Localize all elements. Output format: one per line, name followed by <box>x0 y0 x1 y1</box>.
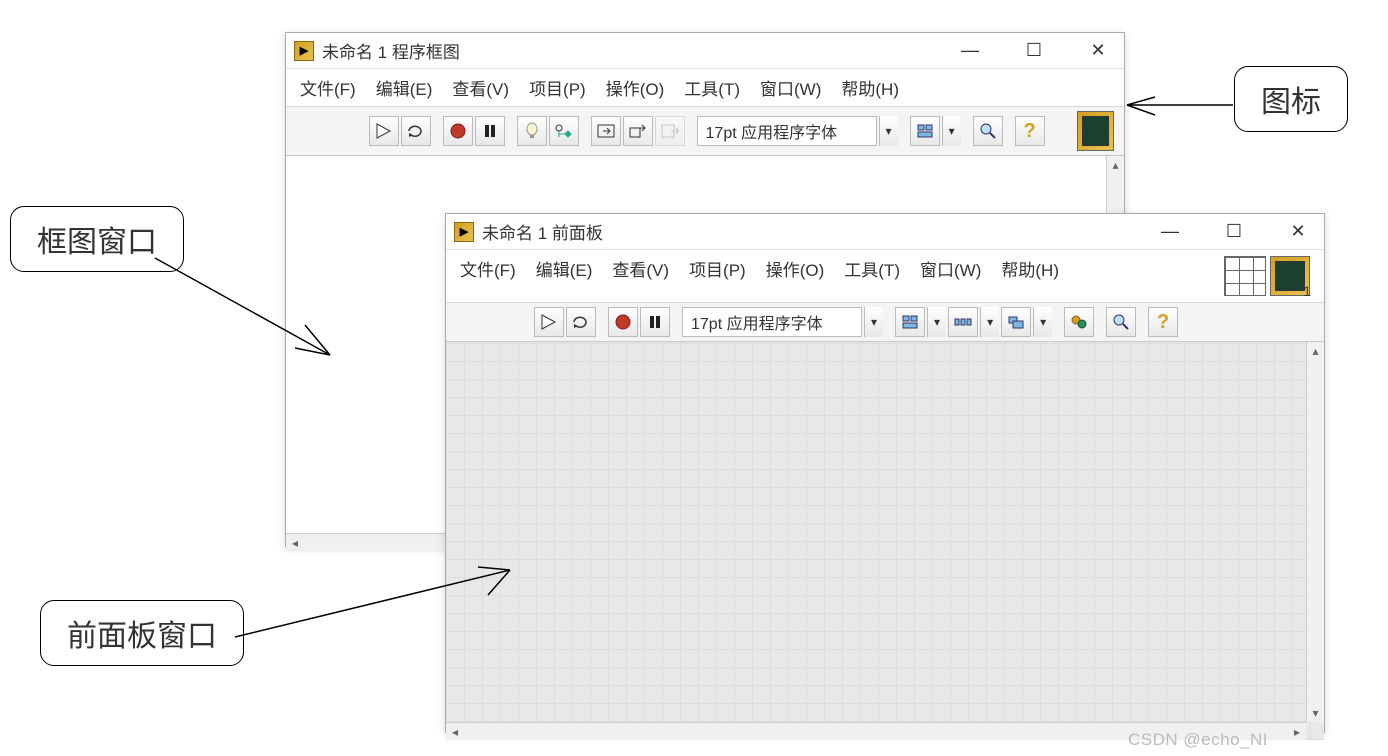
step-over-button[interactable] <box>623 116 653 146</box>
font-dropdown-arrow[interactable]: ▾ <box>864 307 883 337</box>
distribute-dropdown-arrow[interactable]: ▾ <box>980 307 999 337</box>
align-dropdown-arrow[interactable]: ▾ <box>927 307 946 337</box>
minimize-button[interactable]: — <box>1152 218 1188 246</box>
run-continuously-button[interactable] <box>566 307 596 337</box>
menu-tools[interactable]: 工具(T) <box>844 256 900 296</box>
step-into-button[interactable] <box>591 116 621 146</box>
menu-view[interactable]: 查看(V) <box>452 75 509 100</box>
menu-tools[interactable]: 工具(T) <box>684 75 740 100</box>
callout-fp-pointer <box>230 555 530 655</box>
resize-button[interactable] <box>1001 307 1031 337</box>
watermark: CSDN @echo_NI <box>1128 730 1268 750</box>
search-button[interactable] <box>1106 307 1136 337</box>
callout-icon: 图标 <box>1234 66 1348 132</box>
run-button[interactable] <box>534 307 564 337</box>
abort-button[interactable] <box>608 307 638 337</box>
step-out-button[interactable] <box>655 116 685 146</box>
search-button[interactable] <box>973 116 1003 146</box>
vi-number: 1 <box>1303 283 1311 299</box>
callout-icon-pointer <box>1125 95 1235 125</box>
close-button[interactable]: ✕ <box>1280 218 1316 246</box>
menu-file[interactable]: 文件(F) <box>460 256 516 296</box>
distribute-button[interactable] <box>948 307 978 337</box>
scroll-up-icon[interactable]: ▴ <box>1307 342 1324 360</box>
abort-button[interactable] <box>443 116 473 146</box>
maximize-button[interactable]: ☐ <box>1016 37 1052 65</box>
pause-button[interactable] <box>640 307 670 337</box>
menu-operate[interactable]: 操作(O) <box>766 256 825 296</box>
align-button[interactable] <box>910 116 940 146</box>
front-panel-window: ▶ 未命名 1 前面板 — ☐ ✕ 文件(F) 编辑(E) 查看(V) 项目(P… <box>445 213 1325 733</box>
callout-fp-label: 前面板窗口 <box>67 620 217 653</box>
menubar: 文件(F) 编辑(E) 查看(V) 项目(P) 操作(O) 工具(T) 窗口(W… <box>446 250 1324 303</box>
close-button[interactable]: ✕ <box>1080 37 1116 65</box>
font-dropdown-arrow[interactable]: ▾ <box>879 116 898 146</box>
vertical-scrollbar[interactable]: ▴ ▾ <box>1306 342 1324 722</box>
menu-help[interactable]: 帮助(H) <box>1001 256 1059 296</box>
toolbar: 17pt 应用程序字体 ▾ ▾ ? <box>286 107 1124 156</box>
menubar: 文件(F) 编辑(E) 查看(V) 项目(P) 操作(O) 工具(T) 窗口(W… <box>286 69 1124 107</box>
menu-operate[interactable]: 操作(O) <box>606 75 665 100</box>
resize-dropdown-arrow[interactable]: ▾ <box>1033 307 1052 337</box>
run-button[interactable] <box>369 116 399 146</box>
run-continuously-button[interactable] <box>401 116 431 146</box>
connector-pane[interactable] <box>1224 256 1266 296</box>
front-panel-canvas[interactable]: ▴ ▾ ◂ ▸ <box>446 342 1324 740</box>
font-selector[interactable]: 17pt 应用程序字体 <box>682 307 862 337</box>
font-label: 17pt 应用程序字体 <box>691 310 823 334</box>
scroll-right-icon[interactable]: ▸ <box>1288 723 1306 740</box>
vi-icon[interactable]: 1 <box>1270 256 1310 296</box>
align-button[interactable] <box>895 307 925 337</box>
minimize-button[interactable]: — <box>952 37 988 65</box>
menu-edit[interactable]: 编辑(E) <box>536 256 593 296</box>
align-dropdown-arrow[interactable]: ▾ <box>942 116 961 146</box>
toolbar: 17pt 应用程序字体 ▾ ▾ ▾ ▾ ? <box>446 303 1324 342</box>
callout-icon-label: 图标 <box>1261 86 1321 119</box>
pause-button[interactable] <box>475 116 505 146</box>
highlight-execution-button[interactable] <box>517 116 547 146</box>
scroll-up-icon[interactable]: ▴ <box>1107 156 1124 174</box>
menu-window[interactable]: 窗口(W) <box>760 75 821 100</box>
window-title: 未命名 1 程序框图 <box>322 38 952 63</box>
maximize-button[interactable]: ☐ <box>1216 218 1252 246</box>
font-selector[interactable]: 17pt 应用程序字体 <box>697 116 877 146</box>
scroll-left-icon[interactable]: ◂ <box>286 534 304 551</box>
font-label: 17pt 应用程序字体 <box>706 119 838 143</box>
callout-bd-label: 框图窗口 <box>37 226 157 259</box>
help-button[interactable]: ? <box>1148 307 1178 337</box>
callout-bd-pointer <box>150 250 350 370</box>
reorder-button[interactable] <box>1064 307 1094 337</box>
menu-file[interactable]: 文件(F) <box>300 75 356 100</box>
titlebar[interactable]: ▶ 未命名 1 前面板 — ☐ ✕ <box>446 214 1324 250</box>
menu-help[interactable]: 帮助(H) <box>841 75 899 100</box>
callout-fp-window: 前面板窗口 <box>40 600 244 666</box>
retain-wire-values-button[interactable] <box>549 116 579 146</box>
window-title: 未命名 1 前面板 <box>482 219 1152 244</box>
menu-edit[interactable]: 编辑(E) <box>376 75 433 100</box>
labview-icon: ▶ <box>294 41 314 61</box>
vi-icon[interactable] <box>1077 111 1114 151</box>
menu-view[interactable]: 查看(V) <box>612 256 669 296</box>
scroll-down-icon[interactable]: ▾ <box>1307 704 1324 722</box>
scroll-left-icon[interactable]: ◂ <box>446 723 464 740</box>
titlebar[interactable]: ▶ 未命名 1 程序框图 — ☐ ✕ <box>286 33 1124 69</box>
labview-icon: ▶ <box>454 222 474 242</box>
menu-window[interactable]: 窗口(W) <box>920 256 981 296</box>
menu-project[interactable]: 项目(P) <box>689 256 746 296</box>
menu-project[interactable]: 项目(P) <box>529 75 586 100</box>
help-button[interactable]: ? <box>1015 116 1045 146</box>
